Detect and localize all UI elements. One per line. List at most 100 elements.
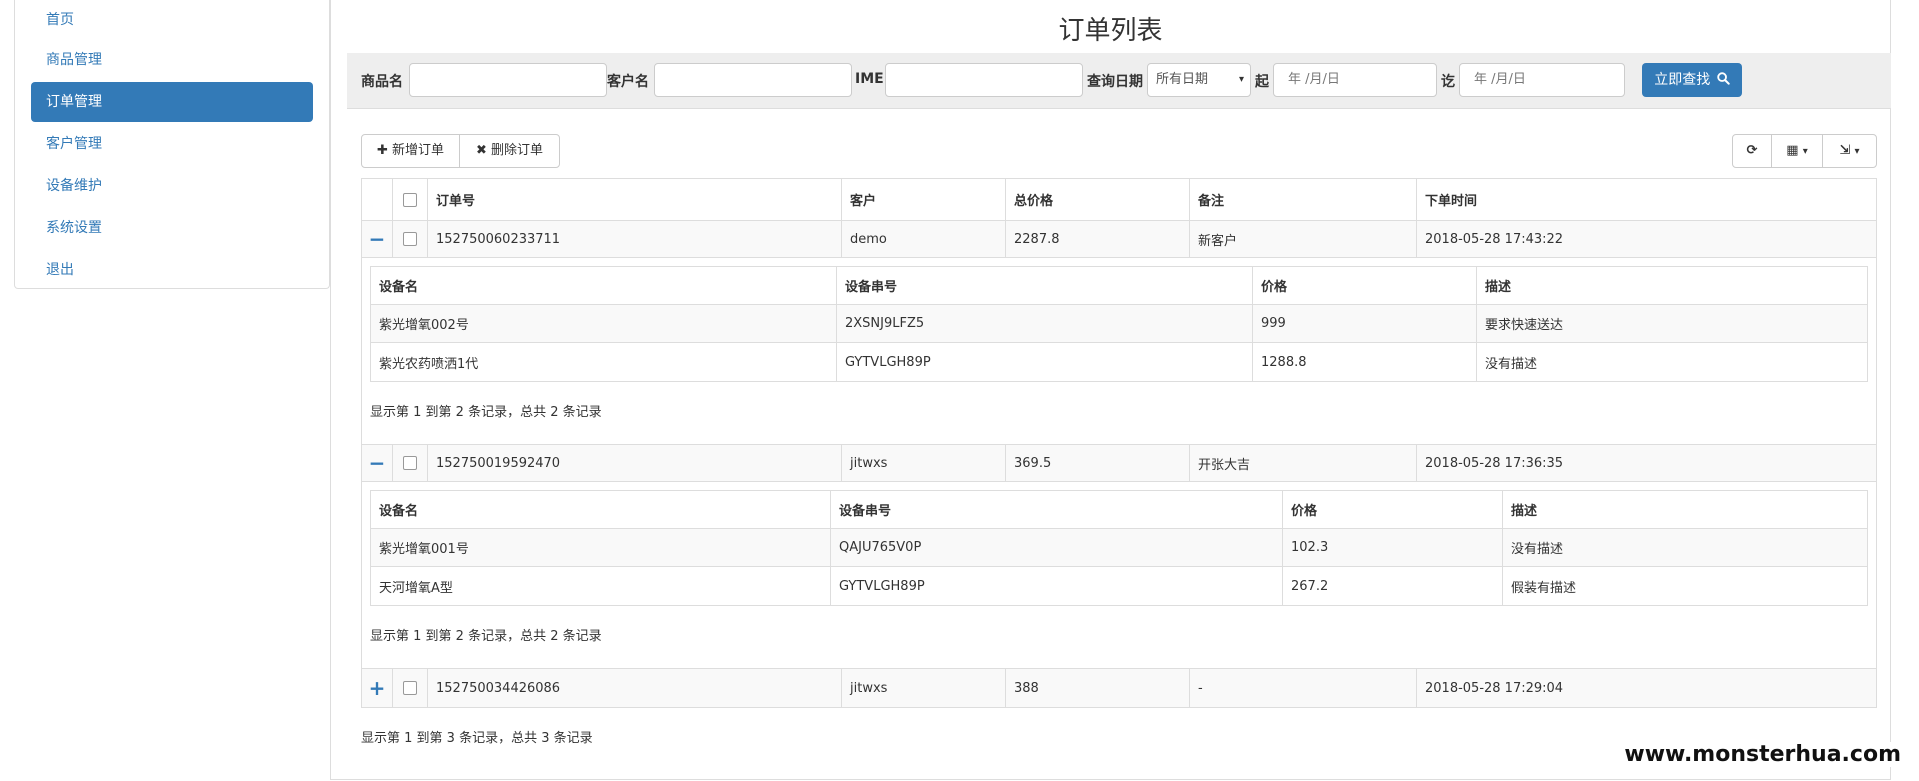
- collapse-toggle-icon[interactable]: −: [369, 451, 386, 475]
- device-desc: 没有描述: [1476, 343, 1869, 381]
- caret-down-icon: ▾: [1802, 146, 1808, 157]
- row-checkbox[interactable]: [403, 681, 417, 695]
- customer-input[interactable]: [654, 63, 852, 97]
- device-price: 1288.8: [1252, 343, 1476, 381]
- note: 开张大吉: [1189, 445, 1416, 481]
- grid-icon: ▦: [1786, 143, 1799, 158]
- device-desc: 没有描述: [1502, 529, 1869, 566]
- detail-header-serial[interactable]: 设备串号: [830, 491, 1282, 528]
- header-customer[interactable]: 客户: [841, 179, 1005, 220]
- orders-table: 订单号 客户 总价格 备注 下单时间 − 152750060233711 dem…: [361, 178, 1877, 708]
- search-icon: [1716, 72, 1730, 85]
- table-summary: 显示第 1 到第 3 条记录，总共 3 条记录: [361, 731, 593, 746]
- sidebar-item-settings[interactable]: 系统设置: [31, 208, 313, 248]
- order-no: 152750060233711: [427, 221, 841, 257]
- from-date-input[interactable]: 年 /月/日: [1273, 63, 1437, 97]
- plus-icon: ✚: [376, 143, 388, 158]
- device-price: 102.3: [1282, 529, 1502, 566]
- note: -: [1189, 669, 1416, 707]
- main-panel: 订单列表 商品名 客户名 IMEI 查询日期 所有日期 ▾ 起 年 /月/日 讫…: [330, 0, 1891, 780]
- header-order-no[interactable]: 订单号: [427, 179, 841, 220]
- device-serial: GYTVLGH89P: [830, 567, 1282, 605]
- detail-header: 设备名 设备串号 价格 描述: [371, 491, 1867, 529]
- filter-bar: 商品名 客户名 IMEI 查询日期 所有日期 ▾ 起 年 /月/日 讫 年 /月…: [347, 53, 1891, 109]
- order-no: 152750019592470: [427, 445, 841, 481]
- detail-header-price[interactable]: 价格: [1252, 267, 1476, 304]
- device-serial: GYTVLGH89P: [836, 343, 1252, 381]
- detail-row: 设备名 设备串号 价格 描述 紫光增氧002号 2XSNJ9LFZ5 999 要…: [362, 258, 1876, 445]
- table-row[interactable]: − 152750019592470 jitwxs 369.5 开张大吉 2018…: [362, 445, 1876, 482]
- refresh-icon: ⟳: [1746, 143, 1758, 158]
- delete-order-label: 删除订单: [491, 143, 544, 158]
- caret-down-icon: ▾: [1854, 146, 1860, 157]
- add-order-button[interactable]: ✚ 新增订单: [361, 134, 460, 168]
- caret-down-icon: ▾: [1238, 74, 1244, 85]
- search-button[interactable]: 立即查找: [1642, 63, 1742, 97]
- order-time: 2018-05-28 17:36:35: [1416, 445, 1876, 481]
- sidebar-item-devices[interactable]: 设备维护: [31, 166, 313, 206]
- device-price: 999: [1252, 305, 1476, 342]
- delete-order-button[interactable]: ✖ 删除订单: [459, 134, 560, 168]
- detail-table: 设备名 设备串号 价格 描述 紫光增氧001号 QAJU765V0P 102.3…: [370, 490, 1868, 606]
- detail-header-device-name[interactable]: 设备名: [371, 267, 836, 304]
- order-time: 2018-05-28 17:29:04: [1416, 669, 1876, 707]
- device-name: 紫光增氧002号: [379, 318, 469, 333]
- table-row[interactable]: − 152750060233711 demo 2287.8 新客户 2018-0…: [362, 221, 1876, 258]
- export-button[interactable]: ⇲ ▾: [1822, 134, 1877, 168]
- sidebar-item-orders[interactable]: 订单管理: [31, 82, 313, 122]
- select-all-checkbox[interactable]: [403, 192, 417, 207]
- sidebar: 首页 商品管理 订单管理 客户管理 设备维护 系统设置 退出: [14, 0, 330, 289]
- search-button-label: 立即查找: [1654, 72, 1711, 88]
- product-label: 商品名: [361, 74, 403, 90]
- row-checkbox[interactable]: [403, 456, 417, 470]
- total-price: 388: [1005, 669, 1189, 707]
- columns-button[interactable]: ▦ ▾: [1771, 134, 1823, 168]
- detail-item: 天河增氧A型 GYTVLGH89P 267.2 假装有描述: [371, 567, 1867, 605]
- page-title: 订单列表: [1058, 16, 1163, 46]
- order-no: 152750034426086: [427, 669, 841, 707]
- refresh-button[interactable]: ⟳: [1732, 134, 1772, 168]
- detail-header-device-name[interactable]: 设备名: [371, 491, 830, 528]
- sidebar-item-logout[interactable]: 退出: [31, 250, 313, 290]
- sidebar-item-products[interactable]: 商品管理: [31, 40, 313, 80]
- customer: jitwxs: [841, 445, 1005, 481]
- detail-table: 设备名 设备串号 价格 描述 紫光增氧002号 2XSNJ9LFZ5 999 要…: [370, 266, 1868, 382]
- header-time[interactable]: 下单时间: [1416, 179, 1876, 220]
- detail-summary: 显示第 1 到第 2 条记录，总共 2 条记录: [370, 629, 602, 644]
- detail-item: 紫光增氧002号 2XSNJ9LFZ5 999 要求快速送达: [371, 305, 1867, 343]
- device-name: 紫光农药喷洒1代: [379, 356, 479, 372]
- detail-header-desc[interactable]: 描述: [1476, 267, 1869, 304]
- expand-toggle-icon[interactable]: +: [369, 676, 386, 700]
- collapse-toggle-icon[interactable]: −: [369, 227, 386, 251]
- header-note[interactable]: 备注: [1189, 179, 1416, 220]
- device-desc: 假装有描述: [1502, 567, 1869, 605]
- detail-summary: 显示第 1 到第 2 条记录，总共 2 条记录: [370, 405, 602, 420]
- detail-item: 紫光增氧001号 QAJU765V0P 102.3 没有描述: [371, 529, 1867, 567]
- header-total[interactable]: 总价格: [1005, 179, 1189, 220]
- close-icon: ✖: [475, 143, 487, 158]
- detail-header-price[interactable]: 价格: [1282, 491, 1502, 528]
- customer: jitwxs: [841, 669, 1005, 707]
- date-select[interactable]: 所有日期 ▾: [1147, 63, 1251, 97]
- detail-header-serial[interactable]: 设备串号: [836, 267, 1252, 304]
- date-select-value: 所有日期: [1156, 72, 1209, 87]
- to-date-input[interactable]: 年 /月/日: [1459, 63, 1625, 97]
- watermark: www.monsterhua.com: [1620, 742, 1905, 767]
- date-label: 查询日期: [1087, 74, 1143, 90]
- customer-label: 客户名: [607, 74, 649, 90]
- product-input[interactable]: [409, 63, 607, 97]
- total-price: 369.5: [1005, 445, 1189, 481]
- row-checkbox[interactable]: [403, 232, 417, 246]
- detail-header-desc[interactable]: 描述: [1502, 491, 1869, 528]
- table-row[interactable]: + 152750034426086 jitwxs 388 - 2018-05-2…: [362, 669, 1876, 707]
- add-order-label: 新增订单: [392, 143, 445, 158]
- customer: demo: [841, 221, 1005, 257]
- detail-header: 设备名 设备串号 价格 描述: [371, 267, 1867, 305]
- detail-item: 紫光农药喷洒1代 GYTVLGH89P 1288.8 没有描述: [371, 343, 1867, 381]
- device-price: 267.2: [1282, 567, 1502, 605]
- imei-input[interactable]: [885, 63, 1083, 97]
- sidebar-item-customers[interactable]: 客户管理: [31, 124, 313, 164]
- sidebar-item-home[interactable]: 首页: [31, 0, 313, 40]
- detail-row: 设备名 设备串号 价格 描述 紫光增氧001号 QAJU765V0P 102.3…: [362, 482, 1876, 669]
- device-serial: QAJU765V0P: [830, 529, 1282, 566]
